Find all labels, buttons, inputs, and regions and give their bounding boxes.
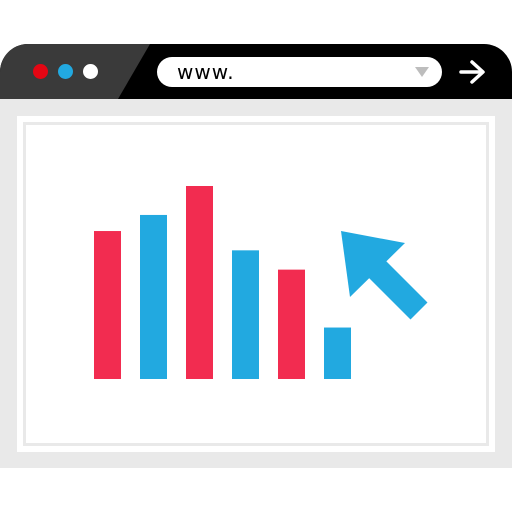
browser-window: www. xyxy=(0,44,512,468)
triangle-down-icon[interactable] xyxy=(415,67,429,77)
titlebar-tab xyxy=(0,44,150,99)
maximize-dot-icon[interactable] xyxy=(83,64,98,79)
arrow-right-icon[interactable] xyxy=(458,59,488,85)
page-panel xyxy=(17,116,495,452)
page-content-area xyxy=(0,99,512,468)
address-bar[interactable]: www. xyxy=(157,57,442,87)
close-dot-icon[interactable] xyxy=(33,64,48,79)
browser-titlebar: www. xyxy=(0,44,512,99)
minimize-dot-icon[interactable] xyxy=(58,64,73,79)
address-bar-text: www. xyxy=(177,60,235,84)
page-panel-border xyxy=(23,122,489,446)
